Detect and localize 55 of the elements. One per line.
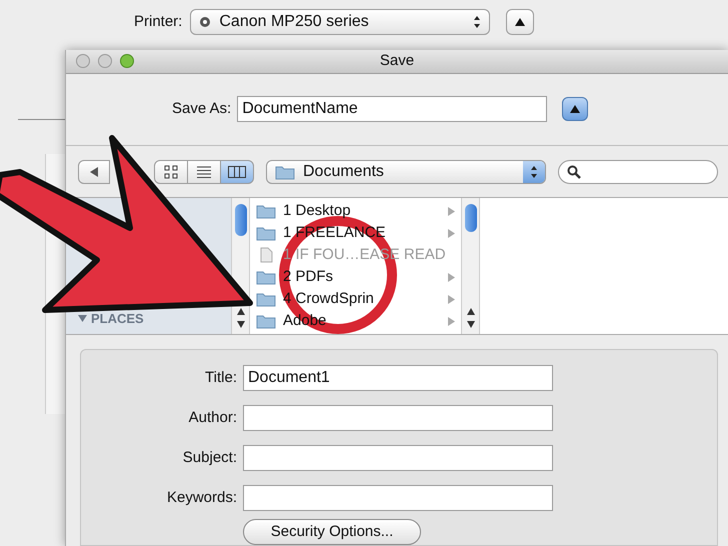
field-label: Keywords:	[166, 488, 237, 508]
disclosure-arrow-icon	[448, 272, 455, 282]
search-field[interactable]	[558, 160, 718, 184]
save-as-label: Save As:	[172, 99, 232, 120]
back-arrow-icon	[90, 166, 98, 177]
printer-label: Printer:	[134, 12, 182, 32]
text-field[interactable]	[243, 485, 553, 511]
view-mode-button[interactable]	[220, 160, 254, 184]
printer-dropdown[interactable]: Canon MP250 series	[190, 9, 490, 35]
icon-view-icon	[164, 164, 178, 179]
expand-button[interactable]	[562, 97, 588, 122]
column-view-icon	[228, 166, 246, 178]
up-down-arrows-icon	[530, 164, 538, 179]
scroll-up-icon[interactable]	[466, 308, 474, 315]
save-as-field[interactable]: DocumentName	[237, 96, 548, 122]
folder-icon	[256, 313, 276, 330]
disclosure-arrow-icon	[448, 206, 455, 216]
up-triangle-icon	[570, 105, 580, 114]
disclosure-arrow-icon	[448, 228, 455, 238]
text-field[interactable]	[243, 405, 553, 431]
back-button[interactable]	[78, 160, 110, 184]
up-triangle-icon	[515, 18, 526, 26]
disclosure-arrow-icon	[448, 316, 455, 326]
field-label: Subject:	[182, 448, 237, 468]
scroll-down-icon[interactable]	[236, 321, 244, 328]
folder-icon	[256, 291, 276, 308]
printer-status-icon	[199, 16, 212, 28]
location-dropdown[interactable]: Documents	[266, 160, 546, 184]
scroll-thumb[interactable]	[464, 204, 476, 232]
scroll-thumb[interactable]	[234, 204, 246, 236]
search-icon	[567, 164, 581, 179]
up-down-arrows-icon	[473, 15, 482, 29]
folder-icon	[275, 164, 295, 180]
text-field[interactable]: Document1	[243, 365, 553, 391]
zoom-button[interactable]	[120, 54, 134, 68]
field-label: Title:	[204, 368, 237, 388]
disclosure-triangle-icon[interactable]	[78, 314, 87, 323]
column-scrollbar[interactable]	[461, 198, 479, 334]
view-mode-button[interactable]	[187, 160, 221, 184]
text-field[interactable]	[243, 445, 553, 471]
scroll-down-icon[interactable]	[466, 321, 474, 328]
sidebar-section-header: PLACES	[91, 310, 144, 328]
field-label: Author:	[188, 408, 237, 428]
folder-icon	[256, 203, 276, 220]
folder-icon	[256, 225, 276, 242]
list-view-icon	[197, 166, 211, 178]
view-mode-button[interactable]	[154, 160, 188, 184]
disclosure-arrow-icon	[448, 294, 455, 304]
scroll-up-icon[interactable]	[236, 308, 244, 315]
folder-icon	[256, 269, 276, 286]
security-options-button[interactable]: Security Options...	[243, 519, 421, 545]
file-name[interactable]: 1 Desktop	[283, 200, 351, 223]
file-name[interactable]: 4 CrowdSprin	[283, 288, 374, 311]
expand-button[interactable]	[506, 9, 534, 35]
window-title: Save	[380, 51, 414, 72]
